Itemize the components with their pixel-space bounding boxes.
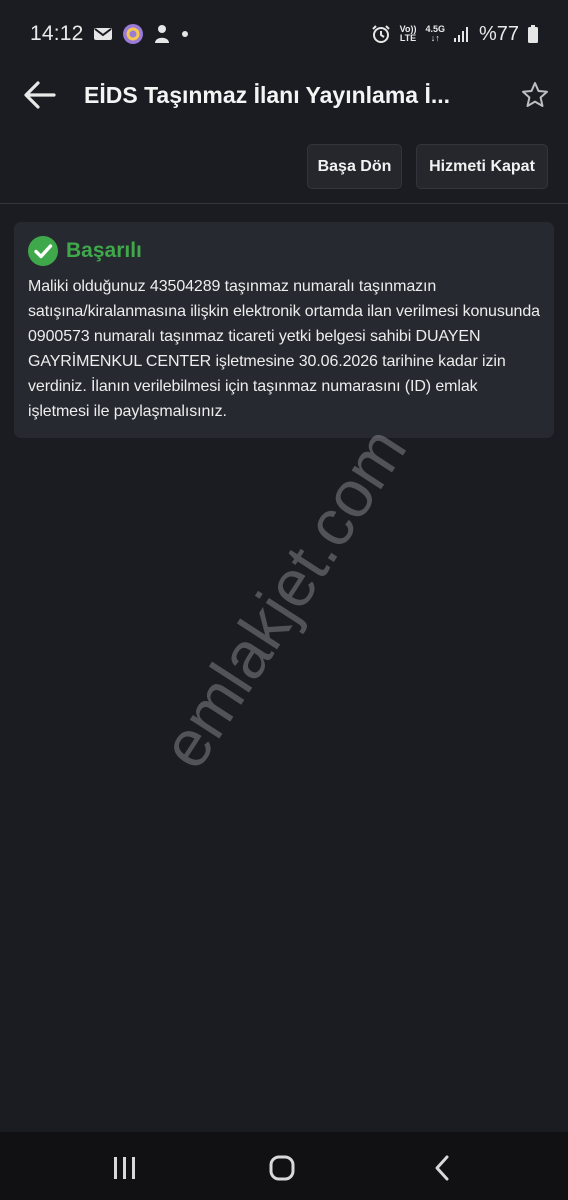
system-back-icon[interactable] <box>428 1154 458 1182</box>
battery-icon <box>528 25 538 43</box>
check-circle-icon <box>28 236 58 266</box>
status-time: 14:12 <box>30 22 84 45</box>
network-type: Vo)) LTE <box>399 24 417 43</box>
person-icon <box>154 25 169 43</box>
home-icon[interactable] <box>267 1154 297 1182</box>
signal-strength-icon <box>453 27 468 42</box>
system-navigation-bar <box>0 1132 568 1200</box>
divider <box>0 203 568 204</box>
watermark: emlakjet.com <box>146 414 421 781</box>
action-bar: Başa Dön Hizmeti Kapat <box>0 144 568 192</box>
mail-icon <box>93 28 112 40</box>
card-header: Başarılı <box>28 236 540 266</box>
page-title: EİDS Taşınmaz İlanı Yayınlama İ... <box>84 82 451 108</box>
status-bar: 14:12 Vo)) LTE 4.5G ↓↑ %77 <box>0 0 568 68</box>
close-service-button[interactable]: Hizmeti Kapat <box>416 144 548 189</box>
back-arrow-icon[interactable] <box>22 80 56 110</box>
back-to-start-button[interactable]: Başa Dön <box>307 144 402 189</box>
favorite-star-icon[interactable] <box>520 80 550 110</box>
app-bar: EİDS Taşınmaz İlanı Yayınlama İ... <box>0 68 568 126</box>
success-title: Başarılı <box>66 239 142 262</box>
success-message: Maliki olduğunuz 43504289 taşınmaz numar… <box>28 278 540 420</box>
signal-type: 4.5G ↓↑ <box>425 24 445 43</box>
alarm-icon <box>371 25 390 43</box>
success-message-card: Başarılı Maliki olduğunuz 43504289 taşın… <box>14 222 554 438</box>
battery-percent: %77 <box>478 22 519 45</box>
notification-dot-icon <box>181 31 188 37</box>
recent-apps-icon[interactable] <box>110 1154 140 1182</box>
app-notification-icon <box>122 24 143 44</box>
